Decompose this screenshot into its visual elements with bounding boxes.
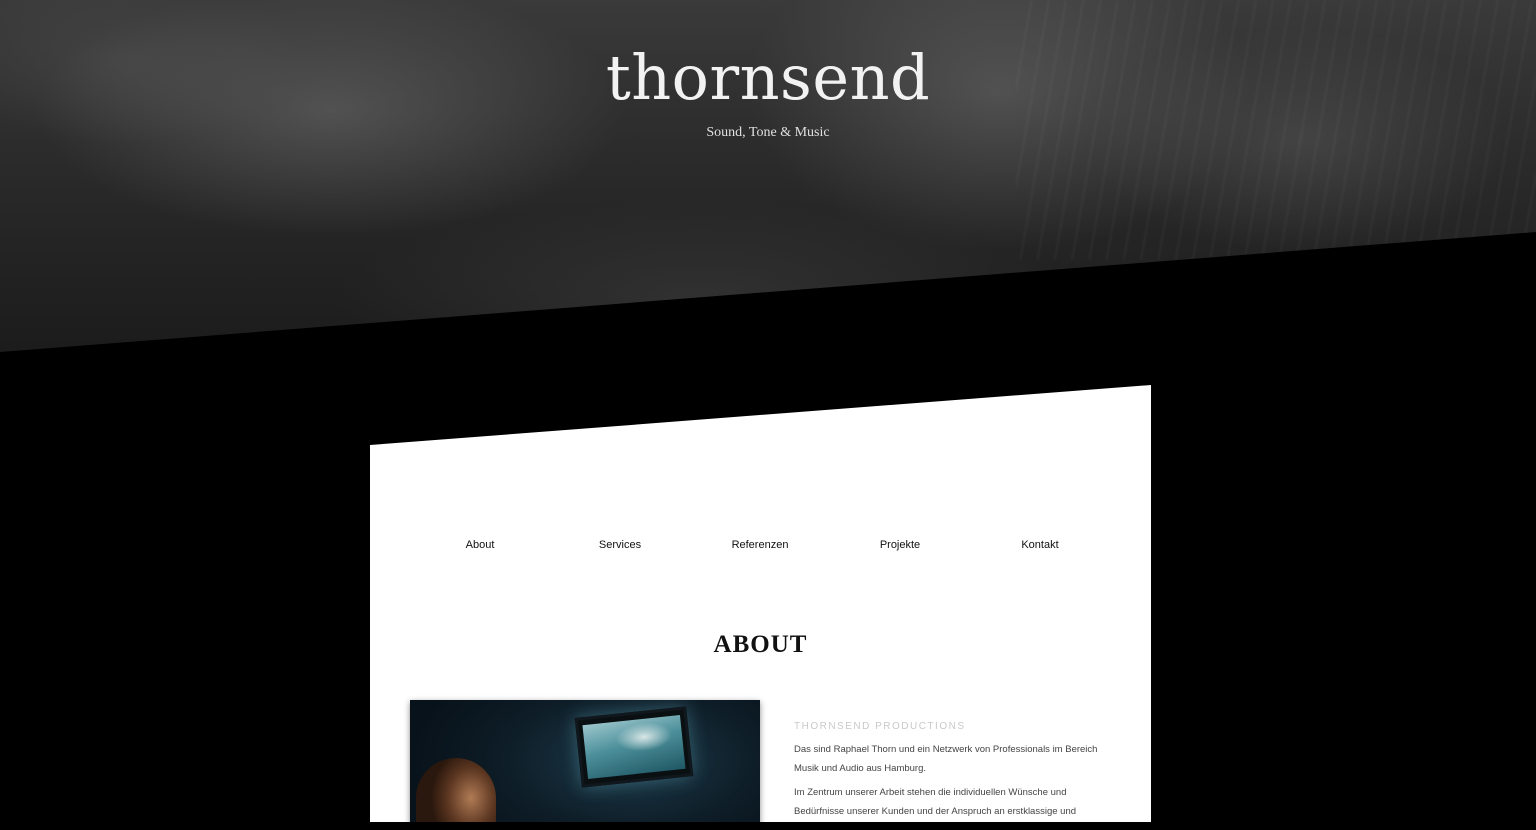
monitor-screen	[582, 715, 686, 779]
hero-banner: thornsend Sound, Tone & Music	[0, 0, 1536, 352]
site-title[interactable]: thornsend	[0, 38, 1536, 118]
person-silhouette	[416, 758, 496, 822]
content-card: About Services Referenzen Projekte Konta…	[370, 385, 1151, 822]
nav-item-projekte[interactable]: Projekte	[830, 539, 970, 559]
nav-item-services[interactable]: Services	[550, 539, 690, 559]
nav-item-about[interactable]: About	[410, 539, 550, 559]
about-paragraph-1: Das sind Raphael Thorn und ein Netzwerk …	[794, 744, 1098, 774]
about-kicker: THORNSEND PRODUCTIONS	[794, 721, 966, 732]
site-tagline: Sound, Tone & Music	[706, 125, 830, 140]
nav-item-kontakt[interactable]: Kontakt	[970, 539, 1110, 559]
monitor-graphic	[574, 706, 694, 788]
about-text-block: THORNSEND PRODUCTIONS Das sind Raphael T…	[794, 721, 1114, 822]
main-nav: About Services Referenzen Projekte Konta…	[410, 539, 1110, 559]
about-paragraph-2: Im Zentrum unserer Arbeit stehen die ind…	[794, 787, 1077, 817]
about-section-title: ABOUT	[713, 631, 808, 658]
nav-item-referenzen[interactable]: Referenzen	[690, 539, 830, 559]
about-photo	[410, 700, 760, 822]
